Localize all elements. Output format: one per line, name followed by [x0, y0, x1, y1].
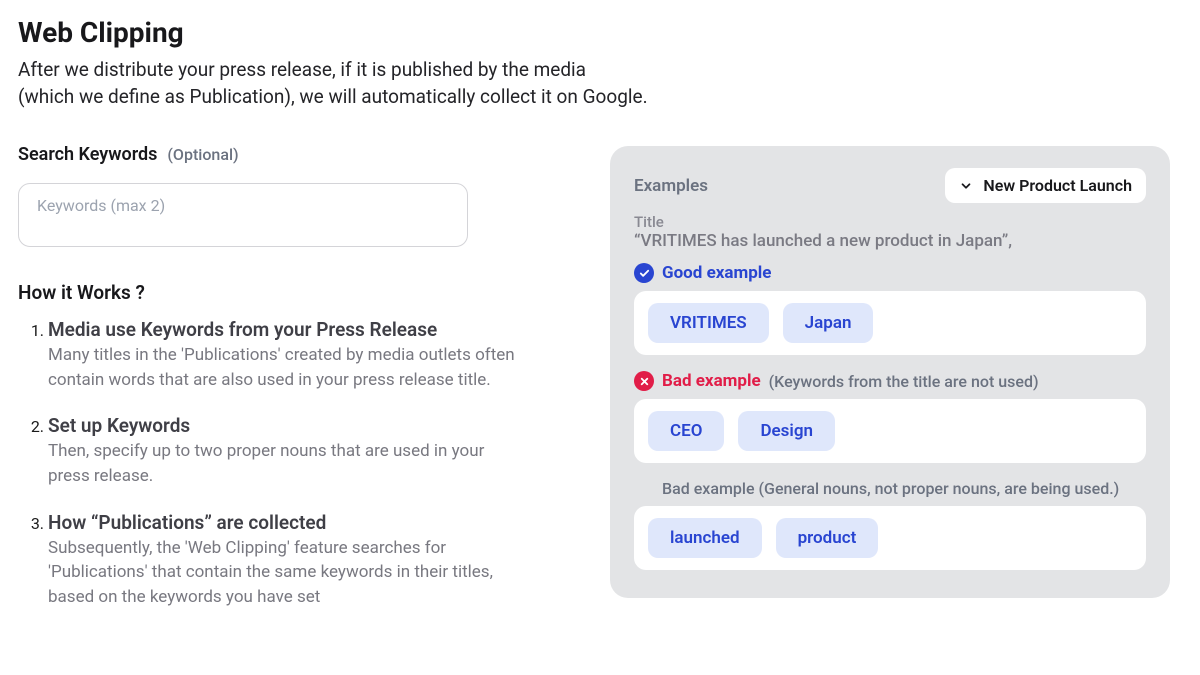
bad-example-2-tags: launched product: [634, 506, 1146, 570]
good-example-label: Good example: [662, 263, 771, 283]
bad-example-1-header: Bad example (Keywords from the title are…: [634, 371, 1146, 391]
how-it-works-heading: How it Works ?: [18, 281, 578, 304]
example-select-value: New Product Launch: [983, 176, 1132, 195]
page-description-line2: (which we define as Publication), we wil…: [18, 85, 648, 108]
tag-bad2-2: product: [776, 518, 879, 558]
bad-example-2-label: Bad example (General nouns, not proper n…: [662, 479, 1119, 498]
x-circle-icon: [634, 371, 654, 391]
how-it-works-list: Media use Keywords from your Press Relea…: [18, 318, 578, 609]
example-type-select[interactable]: New Product Launch: [945, 168, 1146, 203]
bad-example-1-note: (Keywords from the title are not used): [769, 372, 1039, 391]
tag-bad1-2: Design: [738, 411, 835, 451]
how-item-2-body: Then, specify up to two proper nouns tha…: [48, 439, 518, 488]
example-title-text: “VRITIMES has launched a new product in …: [634, 231, 1146, 251]
how-item-3-title: How “Publications” are collected: [48, 511, 578, 534]
keywords-placeholder: Keywords (max 2): [37, 196, 165, 215]
examples-label: Examples: [634, 176, 708, 196]
left-column: Search Keywords (Optional) Keywords (max…: [18, 144, 578, 631]
how-item-3-body: Subsequently, the 'Web Clipping' feature…: [48, 536, 518, 610]
how-item-1-title: Media use Keywords from your Press Relea…: [48, 318, 578, 341]
good-example-tags: VRITIMES Japan: [634, 291, 1146, 355]
how-item-1: Media use Keywords from your Press Relea…: [48, 318, 578, 392]
page-description-line1: After we distribute your press release, …: [18, 58, 586, 81]
bad-example-2-header: Bad example (General nouns, not proper n…: [634, 479, 1146, 498]
tag-bad2-1: launched: [648, 518, 762, 558]
chevron-down-icon: [959, 179, 973, 193]
how-item-2: Set up Keywords Then, specify up to two …: [48, 414, 578, 488]
page-description: After we distribute your press release, …: [18, 57, 1182, 110]
check-circle-icon: [634, 263, 654, 283]
example-title-label: Title: [634, 213, 1146, 231]
good-example-header: Good example: [634, 263, 1146, 283]
page-title: Web Clipping: [18, 16, 1182, 49]
tag-good-1: VRITIMES: [648, 303, 769, 343]
keywords-input[interactable]: Keywords (max 2): [18, 183, 468, 247]
search-keywords-label: Search Keywords: [18, 144, 157, 165]
how-item-3: How “Publications” are collected Subsequ…: [48, 511, 578, 610]
examples-card: Examples New Product Launch Title “VRITI…: [610, 146, 1170, 598]
right-column: Examples New Product Launch Title “VRITI…: [610, 144, 1170, 598]
examples-header: Examples New Product Launch: [634, 168, 1146, 203]
bad-example-1-label: Bad example: [662, 371, 761, 391]
tag-good-2: Japan: [783, 303, 874, 343]
how-item-1-body: Many titles in the 'Publications' create…: [48, 343, 518, 392]
search-keywords-optional: (Optional): [167, 145, 238, 164]
tag-bad1-1: CEO: [648, 411, 724, 451]
how-item-2-title: Set up Keywords: [48, 414, 578, 437]
search-keywords-row: Search Keywords (Optional): [18, 144, 578, 165]
bad-example-1-tags: CEO Design: [634, 399, 1146, 463]
